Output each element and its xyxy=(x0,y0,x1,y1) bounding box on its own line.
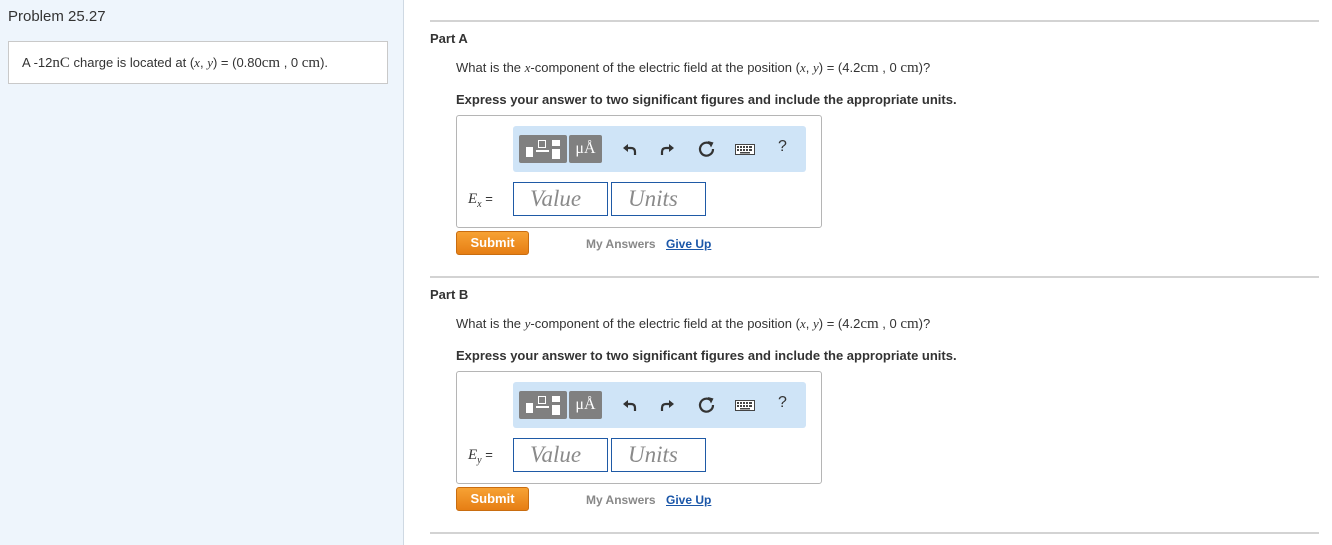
part-a: Part A What is the x-component of the el… xyxy=(430,20,1319,270)
undo-icon[interactable] xyxy=(621,398,637,412)
redo-icon[interactable] xyxy=(660,142,676,156)
value-input[interactable]: Value xyxy=(513,438,608,472)
variable-label: Ex = xyxy=(468,191,493,210)
redo-icon[interactable] xyxy=(660,398,676,412)
part-title: Part B xyxy=(430,287,469,302)
keyboard-icon[interactable] xyxy=(735,144,755,155)
value-input[interactable]: Value xyxy=(513,182,608,216)
undo-icon[interactable] xyxy=(621,142,637,156)
answer-box: μÅ ? Ex = Value Units xyxy=(456,115,822,228)
math-toolbar: μÅ ? xyxy=(513,382,806,428)
problem-title: Problem 25.27 xyxy=(8,8,106,25)
reset-icon[interactable] xyxy=(698,396,716,414)
my-answers-link[interactable]: My Answers xyxy=(586,493,656,507)
my-answers-link[interactable]: My Answers xyxy=(586,237,656,251)
part-title: Part A xyxy=(430,31,468,46)
units-input[interactable]: Units xyxy=(611,182,706,216)
answer-box: μÅ ? Ey = Value Units xyxy=(456,371,822,484)
part-b: Part B What is the y-component of the el… xyxy=(430,276,1319,538)
problem-panel: Problem 25.27 A -12nC charge is located … xyxy=(0,0,404,545)
give-up-link[interactable]: Give Up xyxy=(666,237,711,251)
reset-icon[interactable] xyxy=(698,140,716,158)
templates-icon[interactable] xyxy=(519,391,567,419)
math-toolbar: μÅ ? xyxy=(513,126,806,172)
help-icon[interactable]: ? xyxy=(778,138,787,156)
submit-button[interactable]: Submit xyxy=(456,231,529,255)
part-divider xyxy=(430,532,1319,534)
submit-button[interactable]: Submit xyxy=(456,487,529,511)
variable-label: Ey = xyxy=(468,447,493,466)
units-icon[interactable]: μÅ xyxy=(569,391,602,419)
help-icon[interactable]: ? xyxy=(778,394,787,412)
problem-statement: A -12nC charge is located at (x, y) = (0… xyxy=(8,41,388,84)
units-icon[interactable]: μÅ xyxy=(569,135,602,163)
part-divider xyxy=(430,20,1319,22)
give-up-link[interactable]: Give Up xyxy=(666,493,711,507)
question-text: What is the y-component of the electric … xyxy=(456,316,931,332)
keyboard-icon[interactable] xyxy=(735,400,755,411)
part-divider xyxy=(430,276,1319,278)
templates-icon[interactable] xyxy=(519,135,567,163)
instruction-text: Express your answer to two significant f… xyxy=(456,92,957,107)
units-input[interactable]: Units xyxy=(611,438,706,472)
question-text: What is the x-component of the electric … xyxy=(456,60,931,76)
instruction-text: Express your answer to two significant f… xyxy=(456,348,957,363)
